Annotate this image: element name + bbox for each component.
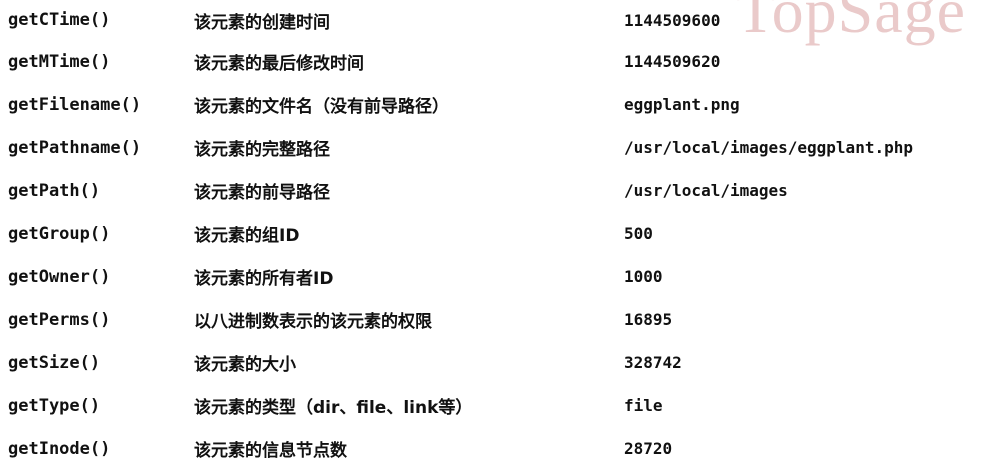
method-name: getInode() [8,438,111,459]
method-description: 该元素的文件名（没有前导路径） [194,97,449,117]
table-row: getType() 该元素的类型（dir、file、link等） file [0,384,996,427]
method-name: getFilename() [8,94,142,115]
example-value: 16895 [624,310,673,329]
table-row: getPath() 该元素的前导路径 /usr/local/images [0,169,996,212]
table-row: getPathname() 该元素的完整路径 /usr/local/images… [0,126,996,169]
method-description: 该元素的所有者ID [194,269,334,289]
method-description: 该元素的完整路径 [194,140,330,160]
method-description: 该元素的大小 [194,355,296,375]
method-description: 该元素的创建时间 [194,12,330,33]
table-row: getOwner() 该元素的所有者ID 1000 [0,255,996,298]
example-value: 1000 [624,267,663,286]
example-value: eggplant.png [624,95,740,114]
method-name: getPath() [8,180,101,201]
example-value: 1144509600 [624,10,721,30]
method-description: 该元素的组ID [194,226,300,246]
method-description: 该元素的最后修改时间 [194,54,364,74]
method-name: getSize() [8,352,101,373]
table-row: getPerms() 以八进制数表示的该元素的权限 16895 [0,298,996,341]
method-name: getGroup() [8,223,111,244]
method-name: getMTime() [8,51,111,72]
example-value: /usr/local/images [624,181,788,200]
example-value: 28720 [624,439,673,458]
example-value: 328742 [624,353,682,372]
table-row: getSize() 该元素的大小 328742 [0,341,996,384]
method-name: getOwner() [8,266,111,287]
example-value: 500 [624,224,653,243]
method-description: 以八进制数表示的该元素的权限 [194,312,432,332]
method-description: 该元素的类型（dir、file、link等） [194,398,473,418]
method-name: getPerms() [8,309,111,330]
method-table: getCTime() 该元素的创建时间 1144509600 getMTime(… [0,0,996,470]
example-value: /usr/local/images/eggplant.php [624,138,913,157]
method-description: 该元素的前导路径 [194,183,330,203]
example-value: 1144509620 [624,52,721,71]
method-name: getType() [8,395,101,416]
table-row: getGroup() 该元素的组ID 500 [0,212,996,255]
table-row: getMTime() 该元素的最后修改时间 1144509620 [0,40,996,83]
table-row: getFilename() 该元素的文件名（没有前导路径） eggplant.p… [0,83,996,126]
method-description: 该元素的信息节点数 [194,441,347,461]
method-name: getCTime() [8,10,111,30]
table-row: getInode() 该元素的信息节点数 28720 [0,427,996,470]
example-value: file [624,396,663,415]
method-name: getPathname() [8,137,142,158]
table-row: getCTime() 该元素的创建时间 1144509600 [0,0,996,40]
